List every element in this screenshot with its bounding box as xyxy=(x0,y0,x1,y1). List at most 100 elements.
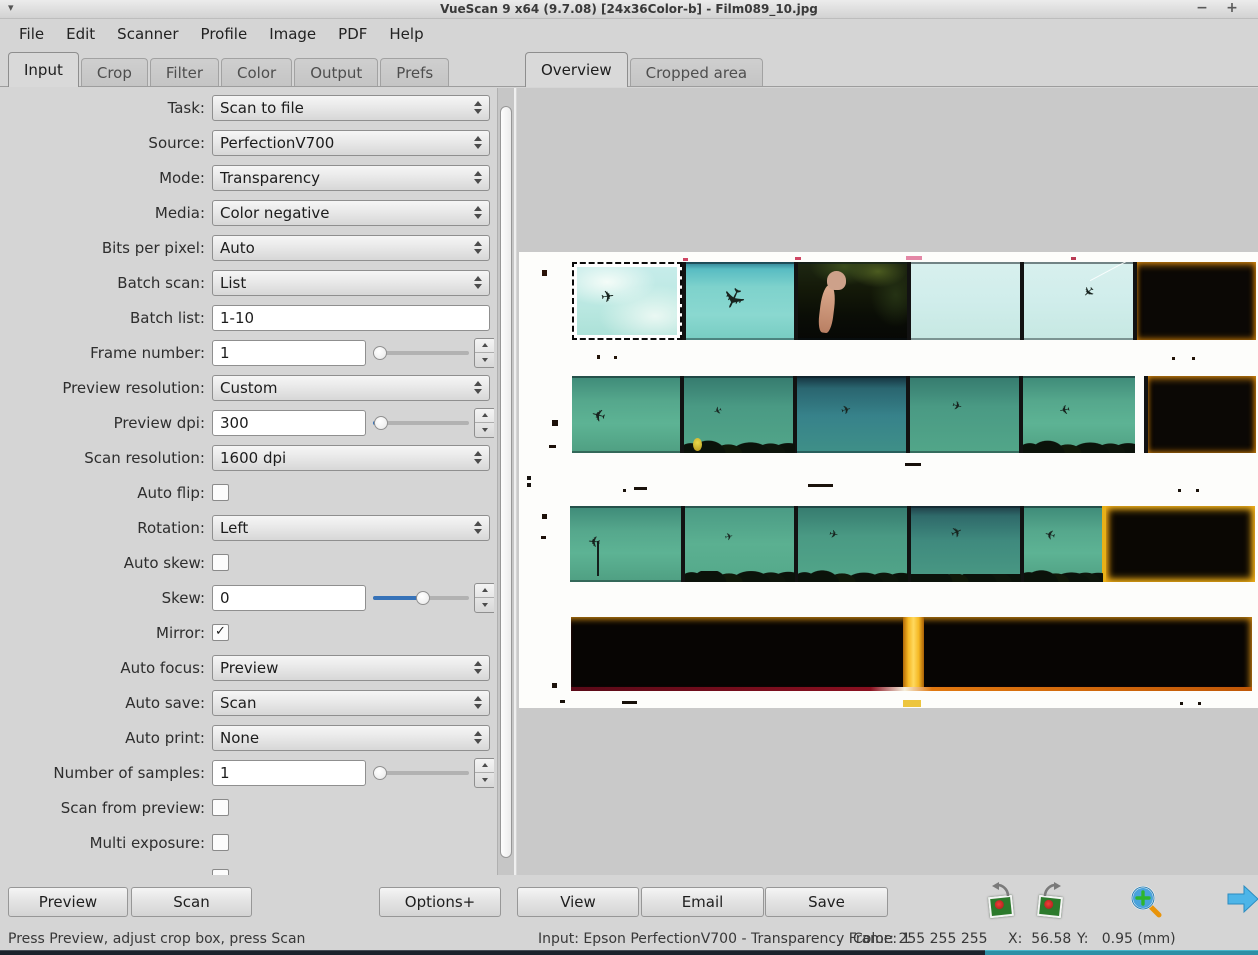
slider-handle[interactable] xyxy=(373,766,387,780)
film-frame: ✈ xyxy=(1023,376,1135,453)
frame-number-stepper[interactable] xyxy=(474,338,494,368)
dust-speck xyxy=(542,270,547,276)
frame-number-input[interactable]: 1 xyxy=(212,340,366,366)
dust-speck xyxy=(614,356,617,359)
frame-number-slider[interactable] xyxy=(373,339,469,367)
tab-cropped-area[interactable]: Cropped area xyxy=(630,58,764,87)
tab-color[interactable]: Color xyxy=(221,58,292,87)
rotate-right-icon[interactable] xyxy=(1034,884,1072,922)
maximize-icon[interactable]: + xyxy=(1222,0,1242,16)
auto-print-select[interactable]: None xyxy=(212,725,490,751)
preview-button[interactable]: Preview xyxy=(8,887,128,917)
bits-per-pixel-select[interactable]: Auto xyxy=(212,235,490,261)
menu-item-image[interactable]: Image xyxy=(258,22,327,46)
zoom-in-icon[interactable] xyxy=(1128,884,1166,922)
tab-prefs[interactable]: Prefs xyxy=(380,58,449,87)
number-of-samples-stepper[interactable] xyxy=(474,758,494,788)
task-select[interactable]: Scan to file xyxy=(212,95,490,121)
spin-down-button[interactable] xyxy=(475,773,494,787)
email-button[interactable]: Email xyxy=(641,887,764,917)
batch-list-input[interactable]: 1-10 xyxy=(212,305,490,331)
form-row-scan-from-preview: Scan from preview: xyxy=(0,790,494,825)
multi-exposure-checkbox[interactable] xyxy=(212,834,229,851)
spinner-arrows-icon xyxy=(474,101,489,114)
spinner-arrows-icon xyxy=(474,731,489,744)
spinner-arrows-icon xyxy=(474,171,489,184)
tab-overview[interactable]: Overview xyxy=(525,52,628,87)
batch-scan-select[interactable]: List xyxy=(212,270,490,296)
mirror-checkbox[interactable]: ✓ xyxy=(212,624,229,641)
scan-from-preview-checkbox[interactable] xyxy=(212,799,229,816)
source-select[interactable]: PerfectionV700 xyxy=(212,130,490,156)
settings-scrollbar[interactable] xyxy=(497,88,514,875)
save-button[interactable]: Save xyxy=(765,887,888,917)
form-row-preview-dpi: Preview dpi:300 xyxy=(0,405,494,440)
spin-down-button[interactable] xyxy=(475,353,494,367)
auto-save-select[interactable]: Scan xyxy=(212,690,490,716)
scan-resolution-select[interactable]: 1600 dpi xyxy=(212,445,490,471)
menu-item-scanner[interactable]: Scanner xyxy=(106,22,189,46)
field-label: Rotation: xyxy=(0,519,205,537)
select-value: Transparency xyxy=(213,169,474,187)
menu-item-help[interactable]: Help xyxy=(378,22,434,46)
airplane-silhouette: ✈ xyxy=(1043,526,1057,541)
spin-up-button[interactable] xyxy=(475,584,494,599)
scan-button[interactable]: Scan xyxy=(131,887,252,917)
scan-preview-image[interactable]: ✈✈✈✈✈✈✈✈✈✈✈✈✈ xyxy=(519,252,1258,708)
tab-input[interactable]: Input xyxy=(8,52,79,87)
spin-up-button[interactable] xyxy=(475,759,494,774)
media-select[interactable]: Color negative xyxy=(212,200,490,226)
statusbar: Press Preview, adjust crop box, press Sc… xyxy=(0,926,1258,950)
field-control: 1 xyxy=(212,758,494,788)
spin-up-button[interactable] xyxy=(475,339,494,354)
desktop-edge-teal xyxy=(985,950,1258,955)
tab-filter[interactable]: Filter xyxy=(150,58,219,87)
preview-resolution-select[interactable]: Custom xyxy=(212,375,490,401)
options-button[interactable]: Options+ xyxy=(379,887,501,917)
rotation-select[interactable]: Left xyxy=(212,515,490,541)
spin-up-button[interactable] xyxy=(475,409,494,424)
menu-item-pdf[interactable]: PDF xyxy=(327,22,378,46)
slider-handle[interactable] xyxy=(374,416,388,430)
film-scratch xyxy=(1090,262,1135,281)
form-row-source: Source: PerfectionV700 xyxy=(0,125,494,160)
skew-slider[interactable] xyxy=(373,584,469,612)
number-of-samples-input[interactable]: 1 xyxy=(212,760,366,786)
slider-handle[interactable] xyxy=(373,346,387,360)
auto-flip-checkbox[interactable] xyxy=(212,484,229,501)
item-checkbox[interactable] xyxy=(212,869,229,875)
slider-handle[interactable] xyxy=(416,591,430,605)
tab-output[interactable]: Output xyxy=(294,58,378,87)
select-value: Custom xyxy=(213,379,474,397)
spin-down-button[interactable] xyxy=(475,423,494,437)
menu-item-file[interactable]: File xyxy=(8,22,55,46)
dust-speck xyxy=(905,463,921,466)
skew-input[interactable]: 0 xyxy=(212,585,366,611)
mode-select[interactable]: Transparency xyxy=(212,165,490,191)
tab-crop[interactable]: Crop xyxy=(81,58,148,87)
rotate-left-icon[interactable] xyxy=(985,884,1023,922)
view-button[interactable]: View xyxy=(517,887,639,917)
auto-focus-select[interactable]: Preview xyxy=(212,655,490,681)
field-label: Auto save: xyxy=(0,694,205,712)
preview-dpi-input[interactable]: 300 xyxy=(212,410,366,436)
preview-dpi-slider[interactable] xyxy=(373,409,469,437)
minimize-icon[interactable]: − xyxy=(1192,0,1212,16)
next-frame-icon[interactable] xyxy=(1226,884,1258,922)
scrollbar-thumb[interactable] xyxy=(500,106,512,858)
auto-skew-checkbox[interactable] xyxy=(212,554,229,571)
preview-dpi-stepper[interactable] xyxy=(474,408,494,438)
field-control: PerfectionV700 xyxy=(212,130,490,156)
number-of-samples-slider[interactable] xyxy=(373,759,469,787)
skew-stepper[interactable] xyxy=(474,583,494,613)
form-row-auto-print: Auto print:None xyxy=(0,720,494,755)
spinner-arrows-icon xyxy=(474,136,489,149)
field-control xyxy=(212,484,229,501)
crop-marquee[interactable] xyxy=(572,262,682,340)
field-control: Preview xyxy=(212,655,490,681)
menu-item-edit[interactable]: Edit xyxy=(55,22,106,46)
spin-down-button[interactable] xyxy=(475,598,494,612)
menu-item-profile[interactable]: Profile xyxy=(190,22,259,46)
field-label: Source: xyxy=(0,134,205,152)
select-value: None xyxy=(213,729,474,747)
